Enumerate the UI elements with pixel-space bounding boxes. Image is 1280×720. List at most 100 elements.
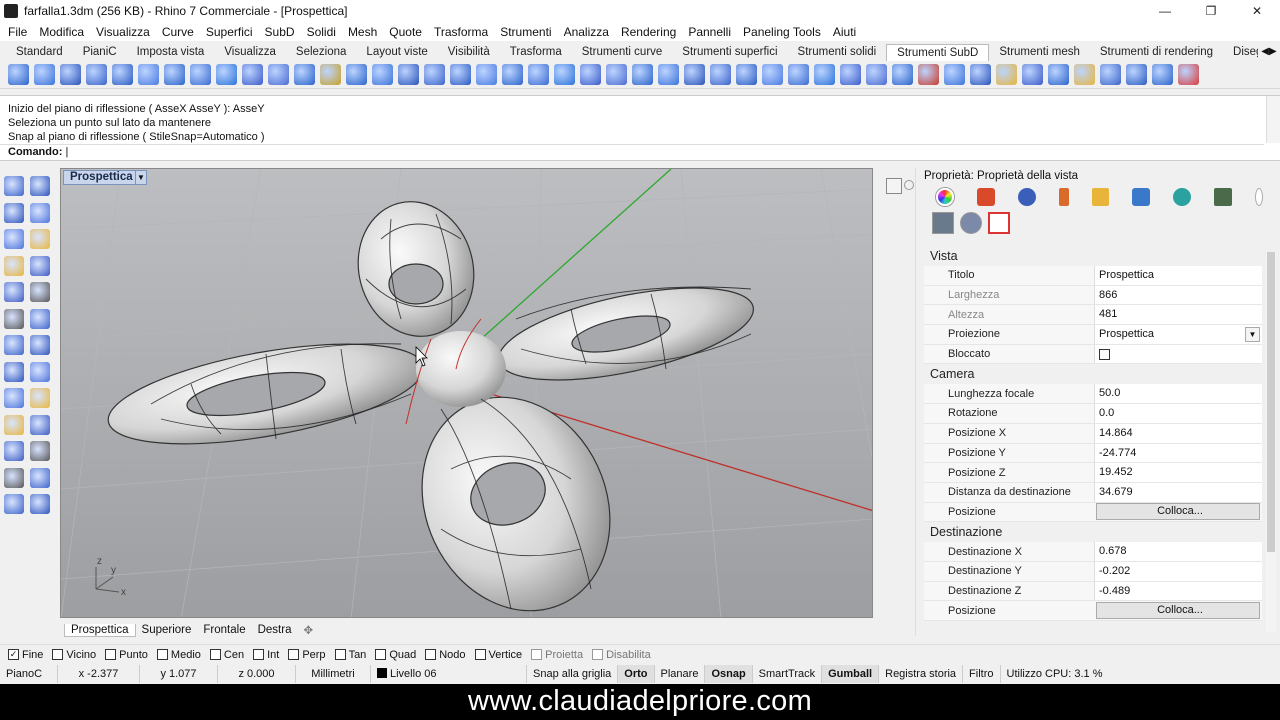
layer-indicator[interactable]: Livello 06: [371, 665, 527, 683]
left-tool-icon[interactable]: [30, 494, 50, 514]
menu-file[interactable]: File: [2, 25, 33, 39]
checkbox-icon[interactable]: [425, 649, 437, 660]
left-tool-icon[interactable]: [4, 467, 24, 488]
tab-standard[interactable]: Standard: [6, 44, 73, 61]
checkbox-icon[interactable]: [531, 649, 543, 660]
destinazione-y-field[interactable]: -0.202: [1094, 561, 1262, 581]
cplane-label[interactable]: PianoC: [0, 665, 58, 683]
tab-seleziona[interactable]: Seleziona: [286, 44, 357, 61]
osnap-perp-checkbox[interactable]: Perp: [288, 649, 326, 661]
perspective-viewport[interactable]: Prospettica ▼ z y x: [60, 168, 873, 618]
left-tool-icon[interactable]: [30, 335, 50, 355]
menu-subd[interactable]: SubD: [259, 25, 301, 39]
gumball-toggle[interactable]: Gumball: [822, 665, 880, 683]
subd-tool-icon[interactable]: [762, 64, 783, 85]
left-tool-icon[interactable]: [4, 361, 24, 382]
subd-tool-icon[interactable]: [658, 64, 679, 85]
left-tool-icon[interactable]: [4, 335, 24, 355]
checkbox-icon[interactable]: [375, 649, 387, 660]
subd-tool-icon[interactable]: [8, 64, 29, 85]
tab-visualizza[interactable]: Visualizza: [214, 44, 286, 61]
left-tool-icon[interactable]: [4, 308, 24, 329]
units-label[interactable]: Millimetri: [296, 665, 371, 683]
rotazione-field[interactable]: 0.0: [1094, 404, 1262, 423]
material-icon[interactable]: [976, 188, 995, 206]
checkbox-icon[interactable]: [334, 649, 346, 660]
viewport-tab-prospettica[interactable]: Prospettica: [64, 623, 136, 637]
menu-superfici[interactable]: Superfici: [200, 25, 259, 39]
osnap-medio-checkbox[interactable]: Medio: [156, 649, 201, 661]
subd-tool-icon[interactable]: [736, 64, 757, 85]
checkbox-icon[interactable]: [474, 649, 486, 660]
planare-toggle[interactable]: Planare: [655, 665, 706, 683]
tab-strumenti-solidi[interactable]: Strumenti solidi: [788, 44, 887, 61]
osnap-toggle[interactable]: Osnap: [705, 665, 753, 683]
help-panel-icon[interactable]: [904, 180, 914, 190]
subd-tool-icon[interactable]: [1126, 64, 1147, 85]
maximize-button[interactable]: ❐: [1188, 0, 1234, 22]
left-tool-icon[interactable]: [30, 414, 50, 435]
checkbox-icon[interactable]: [209, 649, 221, 660]
osnap-punto-checkbox[interactable]: Punto: [105, 649, 148, 661]
subd-tool-icon[interactable]: [1100, 64, 1121, 85]
subd-tool-icon[interactable]: [268, 64, 289, 85]
left-tool-icon[interactable]: [4, 229, 24, 249]
left-tool-icon[interactable]: [4, 255, 24, 276]
checkbox-icon[interactable]: ✓: [8, 649, 19, 660]
posizione-x-field[interactable]: 14.864: [1094, 423, 1262, 443]
environment-icon[interactable]: [1173, 188, 1192, 206]
subd-tool-icon[interactable]: [1178, 64, 1199, 85]
lunghezza-focale-field[interactable]: 50.0: [1094, 384, 1262, 404]
subd-tool-icon[interactable]: [398, 64, 419, 85]
osnap-proietta-checkbox[interactable]: Proietta: [531, 649, 583, 661]
menu-rendering[interactable]: Rendering: [615, 25, 682, 39]
subd-tool-icon[interactable]: [138, 64, 159, 85]
osnap-quad-checkbox[interactable]: Quad: [375, 649, 416, 661]
left-tool-icon[interactable]: [30, 441, 50, 461]
left-tool-icon[interactable]: [4, 494, 24, 514]
subd-tool-icon[interactable]: [450, 64, 471, 85]
add-viewport-icon[interactable]: ✥: [297, 623, 319, 637]
menu-quote[interactable]: Quote: [383, 25, 428, 39]
left-tool-icon[interactable]: [30, 308, 50, 329]
viewport-tab-frontale[interactable]: Frontale: [197, 624, 251, 636]
left-tool-icon[interactable]: [30, 176, 50, 196]
subd-tool-icon[interactable]: [372, 64, 393, 85]
menu-mesh[interactable]: Mesh: [342, 25, 383, 39]
tab-strumenti-curve[interactable]: Strumenti curve: [572, 44, 673, 61]
subd-tool-icon[interactable]: [944, 64, 965, 85]
osnap-disabilita-checkbox[interactable]: Disabilita: [592, 649, 651, 661]
command-history-scrollbar[interactable]: [1266, 96, 1280, 143]
osnap-nodo-checkbox[interactable]: Nodo: [425, 649, 466, 661]
menu-solidi[interactable]: Solidi: [301, 25, 342, 39]
osnap-int-checkbox[interactable]: Int: [253, 649, 279, 661]
left-tool-icon[interactable]: [30, 388, 50, 408]
subd-tool-icon[interactable]: [346, 64, 367, 85]
proiezione-select[interactable]: Prospettica ▼: [1094, 325, 1262, 344]
tab-visibilita[interactable]: Visibilità: [438, 44, 500, 61]
left-tool-icon[interactable]: [30, 229, 50, 249]
osnap-cen-checkbox[interactable]: Cen: [209, 649, 244, 661]
subd-tool-icon[interactable]: [424, 64, 445, 85]
menu-pannelli[interactable]: Pannelli: [682, 25, 737, 39]
left-tool-icon[interactable]: [30, 361, 50, 382]
tab-strumenti-mesh[interactable]: Strumenti mesh: [989, 44, 1090, 61]
subd-tool-icon[interactable]: [34, 64, 55, 85]
subd-tool-icon[interactable]: [684, 64, 705, 85]
destinazione-x-field[interactable]: 0.678: [1094, 542, 1262, 561]
subd-tool-icon[interactable]: [1022, 64, 1043, 85]
distanza-field[interactable]: 34.679: [1094, 482, 1262, 502]
orto-toggle[interactable]: Orto: [618, 665, 655, 683]
subd-tool-icon[interactable]: [554, 64, 575, 85]
subd-tool-icon[interactable]: [242, 64, 263, 85]
left-tool-icon[interactable]: [4, 282, 24, 302]
left-tool-icon[interactable]: [4, 441, 24, 461]
subd-tool-icon[interactable]: [710, 64, 731, 85]
viewport-tab-destra[interactable]: Destra: [252, 624, 298, 636]
subd-tool-icon[interactable]: [788, 64, 809, 85]
snap-grid-toggle[interactable]: Snap alla griglia: [527, 665, 619, 683]
subd-tool-icon[interactable]: [60, 64, 81, 85]
tab-pianic[interactable]: PianiC: [73, 44, 127, 61]
display-icon[interactable]: [1132, 188, 1151, 206]
subd-tool-icon[interactable]: [294, 64, 315, 85]
